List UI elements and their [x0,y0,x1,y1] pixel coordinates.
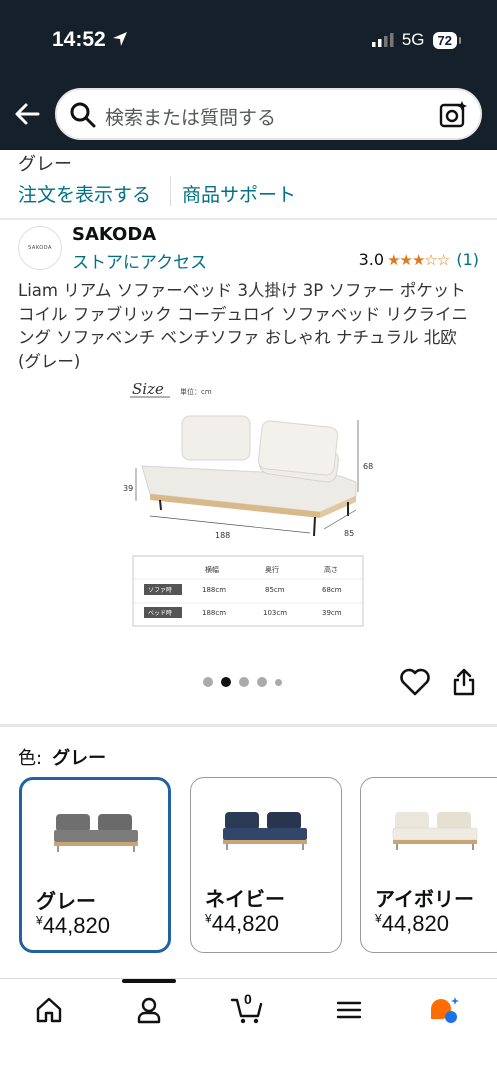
table-row-label-bed: ベッド時 [148,609,172,617]
rufus-assistant-icon[interactable] [428,995,462,1025]
camera-search-icon[interactable] [438,100,468,130]
table-header-height: 高さ [324,565,338,574]
table-header-width: 横幅 [205,565,219,574]
currency-symbol: ¥ [375,911,382,926]
cart-count: 0 [244,991,252,1007]
variant-price-value: 44,820 [381,911,449,936]
table-cell: 188cm [202,586,226,594]
back-arrow-icon[interactable] [12,98,44,130]
signal-icon [371,33,394,47]
menu-icon[interactable] [334,995,364,1025]
currency-symbol: ¥ [36,913,43,928]
table-cell: 103cm [263,609,287,617]
carousel-dots[interactable] [203,677,282,687]
currency-symbol: ¥ [205,911,212,926]
carousel-dot[interactable] [257,677,267,687]
variant-name: グレー [36,891,96,913]
table-row-label-sofa: ソファ時 [148,586,172,594]
store-link[interactable]: ストアにアクセス [72,248,207,273]
location-arrow-icon [112,32,127,46]
status-time: 14:52 [52,28,128,52]
account-icon[interactable] [134,995,164,1025]
table-header-depth: 奥行 [265,565,279,574]
search-header: 検索または質問する [0,80,497,150]
variant-price: ¥44,820 [205,911,279,937]
unit-label: 単位：cm [180,387,212,396]
rating-value: 3.0 [358,250,385,269]
variant-price-value: 44,820 [42,913,110,938]
heart-icon[interactable] [400,668,430,696]
variant-card-gray[interactable]: グレー ¥44,820 [19,777,171,953]
variant-price: ¥44,820 [36,913,110,939]
color-label: 色: グレー [18,744,106,770]
size-label: Size [132,380,164,398]
carousel-dot[interactable] [275,678,282,686]
color-selected-value: グレー [52,748,107,769]
nav-active-indicator [122,979,176,983]
cart-button[interactable]: 0 [230,991,266,1025]
sofa-thumbnail [223,812,307,850]
section-divider [0,724,497,727]
size-table: 横幅 奥行 高さ ソファ時 188cm 85cm 68cm ベッド時 188cm… [132,555,364,627]
dim-seat: 39 [123,484,133,493]
rating-summary[interactable]: 3.0 ★★★☆☆ (1) [359,250,479,269]
status-indicators: 5G 72 [371,30,462,50]
product-image[interactable]: Size 単位：cm 68 39 188 85 横幅 奥行 高さ ソファ時 18… [120,376,380,636]
table-cell: 39cm [322,609,342,617]
brand-name[interactable]: SAKODA [72,224,156,245]
search-icon [70,102,96,128]
variant-text: グレー [18,154,72,175]
table-cell: 68cm [322,586,342,594]
order-links-row: 注文を表示する 商品サポート [0,176,497,212]
home-icon[interactable] [34,995,64,1025]
search-input[interactable]: 検索または質問する [55,88,482,140]
table-cell: 85cm [265,586,285,594]
product-support-link[interactable]: 商品サポート [182,180,296,207]
network-label: 5G [401,30,425,49]
brand-logo-text: SAKODA [28,245,52,251]
search-placeholder: 検索または質問する [105,107,277,129]
section-divider [0,218,497,220]
share-icon[interactable] [452,668,476,696]
color-label-prefix: 色: [18,748,43,769]
table-cell: 188cm [202,609,226,617]
carousel-dot[interactable] [239,677,249,687]
dim-depth: 85 [344,529,354,538]
rating-count: (1) [456,250,479,269]
sofa-thumbnail [392,812,478,850]
star-rating-icon: ★★★☆☆ [387,250,450,269]
variant-card-ivory[interactable]: アイボリー ¥44,820 [360,777,497,953]
status-bar: 14:52 5G 72 [0,0,497,80]
variant-name: ネイビー [205,889,285,911]
link-divider [170,176,171,206]
bottom-nav: 0 [0,978,497,1080]
product-title: Liam リアム ソファーベッド 3人掛け 3P ソファー ポケットコイル ファ… [18,281,468,371]
battery-indicator: 72 [432,31,462,49]
carousel-dot[interactable] [203,677,213,687]
dim-width: 188 [215,531,230,540]
variant-name: アイボリー [375,889,474,911]
dim-height: 68 [363,462,373,471]
sofa-thumbnail [54,814,138,852]
sofa-illustration [141,415,357,537]
view-orders-link[interactable]: 注文を表示する [18,180,151,207]
variant-price: ¥44,820 [375,911,449,937]
variant-card-navy[interactable]: ネイビー ¥44,820 [190,777,342,953]
brand-logo[interactable]: SAKODA [18,226,62,270]
variant-price-value: 44,820 [211,911,279,936]
carousel-dot-active[interactable] [221,677,231,687]
